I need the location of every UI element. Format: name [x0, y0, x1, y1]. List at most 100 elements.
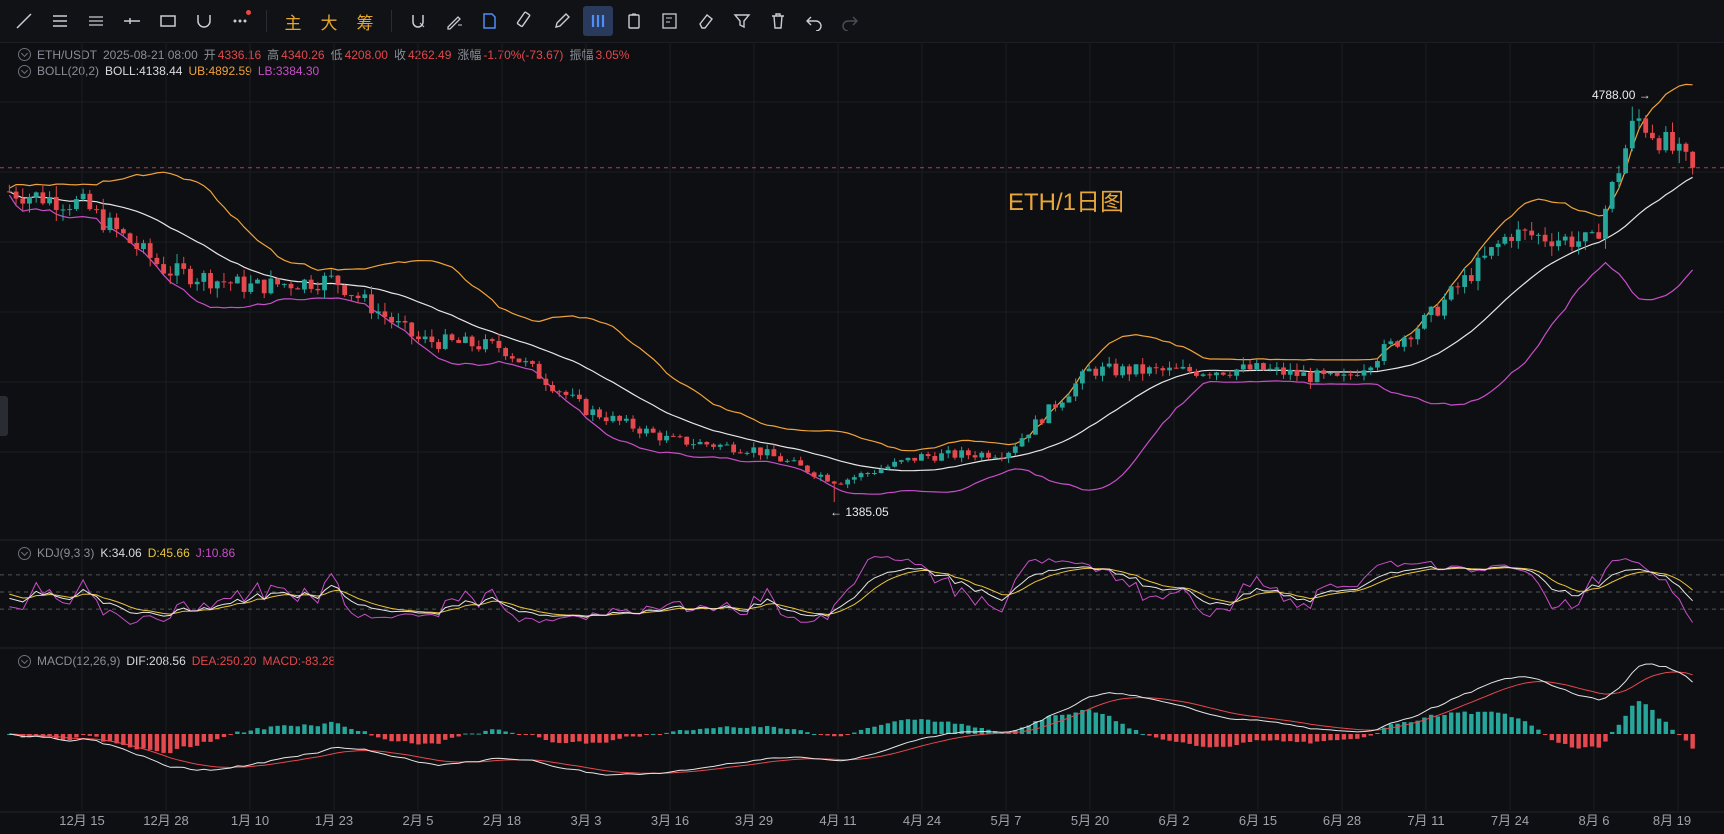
macd-histogram-bar	[979, 727, 984, 734]
indicator-bars-tool-icon[interactable]	[583, 6, 613, 36]
draw-settings-tool-icon[interactable]	[439, 6, 469, 36]
candle-body	[1529, 230, 1535, 236]
candle-body	[751, 447, 757, 453]
redo-tool-icon[interactable]	[835, 6, 865, 36]
macd-histogram-bar	[1241, 734, 1246, 743]
candle-body	[704, 442, 710, 445]
macd-histogram-bar	[892, 721, 897, 734]
macd-histogram-bar	[228, 734, 233, 736]
big-order-button[interactable]: 大	[314, 6, 344, 36]
macd-histogram-bar	[1227, 734, 1233, 747]
candle-body	[1160, 368, 1166, 371]
sidebar-expand-handle[interactable]	[0, 396, 8, 436]
candle-body	[664, 435, 669, 441]
x-tick-label: 4月 24	[902, 813, 942, 828]
macd-histogram-bar	[510, 732, 515, 734]
candle-body	[1012, 446, 1018, 453]
macd-histogram-bar	[925, 719, 931, 734]
x-tick-label: 3月 29	[734, 813, 774, 828]
macd-histogram-bar	[811, 733, 817, 735]
delete-tool-icon[interactable]	[763, 6, 793, 36]
macd-histogram-bar	[1106, 715, 1112, 734]
macd-histogram-bar	[302, 724, 307, 734]
macd-histogram-bar	[436, 734, 441, 744]
candle-body	[1676, 143, 1682, 151]
macd-histogram-bar	[422, 734, 428, 744]
macd-histogram-bar	[322, 723, 327, 734]
filter-tool-icon[interactable]	[727, 6, 757, 36]
macd-histogram-bar	[865, 728, 870, 734]
macd-histogram-bar	[939, 721, 944, 734]
candle-body	[228, 282, 234, 284]
macd-histogram-bar	[1402, 722, 1407, 734]
candle-body	[1435, 306, 1441, 316]
macd-histogram-bar	[1536, 729, 1541, 734]
parallel-lines-tool-icon[interactable]	[81, 6, 111, 36]
macd-histogram-group	[7, 701, 1695, 754]
price-chart[interactable]	[0, 42, 1724, 834]
x-tick-label: 6月 28	[1322, 813, 1362, 828]
macd-histogram-bar	[718, 727, 723, 734]
candle-body	[1240, 364, 1246, 370]
candle-body	[1220, 372, 1226, 375]
horizontal-lines-tool-icon[interactable]	[45, 6, 75, 36]
undo-tool-icon[interactable]	[799, 6, 829, 36]
kdj-j-line	[9, 555, 1694, 625]
macd-histogram-bar	[275, 725, 280, 734]
candle-body	[469, 336, 475, 347]
candle-body	[1167, 367, 1172, 371]
macd-histogram-bar	[188, 734, 193, 748]
candle-body	[275, 278, 281, 285]
candle-body	[1200, 374, 1206, 376]
candle-body	[905, 457, 911, 461]
edit-list-tool-icon[interactable]	[655, 6, 685, 36]
eraser-tool-icon[interactable]	[691, 6, 721, 36]
trend-line-tool-icon[interactable]	[9, 6, 39, 36]
rectangle-tool-icon[interactable]	[153, 6, 183, 36]
magnet-tool-icon[interactable]	[403, 6, 433, 36]
candle-body	[825, 474, 830, 482]
toolbar-divider	[266, 10, 267, 32]
candle-body	[120, 229, 126, 234]
candle-body	[167, 273, 173, 276]
macd-histogram-bar	[376, 734, 381, 738]
candle-body	[1026, 434, 1032, 439]
macd-histogram-bar	[1361, 734, 1367, 738]
candle-body	[1556, 240, 1561, 247]
horizontal-ray-tool-icon[interactable]	[117, 6, 147, 36]
clipboard-tool-icon[interactable]	[619, 6, 649, 36]
auto-fib-tool-icon[interactable]	[475, 6, 505, 36]
main-force-button[interactable]: 主	[278, 6, 308, 36]
more-tools-icon[interactable]	[225, 6, 255, 36]
macd-histogram-bar	[550, 734, 555, 743]
candle-body	[523, 361, 529, 363]
candle-body	[952, 450, 958, 458]
macd-histogram-bar	[1080, 710, 1085, 734]
measure-tool-icon[interactable]	[511, 6, 541, 36]
candle-body	[744, 452, 750, 454]
candle-body	[724, 444, 730, 446]
macd-histogram-bar	[1147, 734, 1152, 736]
x-tick-label: 3月 16	[650, 813, 690, 828]
macd-histogram-bar	[671, 731, 676, 734]
macd-histogram-bar	[1495, 712, 1501, 734]
x-tick-label: 8月 19	[1652, 813, 1692, 828]
macd-histogram-bar	[778, 728, 783, 734]
macd-histogram-bar	[208, 734, 213, 742]
macd-histogram-bar	[1294, 734, 1300, 743]
macd-histogram-bar	[771, 726, 777, 734]
candle-body	[268, 278, 274, 294]
candle-body	[684, 436, 690, 445]
chip-button[interactable]: 筹	[350, 6, 380, 36]
candle-body	[1670, 131, 1675, 151]
macd-histogram-bar	[147, 734, 153, 750]
pencil-tool-icon[interactable]	[547, 6, 577, 36]
macd-histogram-bar	[315, 726, 321, 734]
macd-histogram-bar	[899, 720, 904, 734]
macd-histogram-bar	[1328, 734, 1333, 741]
macd-histogram-bar	[1670, 729, 1675, 734]
macd-histogram-bar	[161, 734, 166, 753]
candle-body	[389, 316, 395, 323]
candle-body	[912, 457, 918, 461]
curve-tool-icon[interactable]	[189, 6, 219, 36]
